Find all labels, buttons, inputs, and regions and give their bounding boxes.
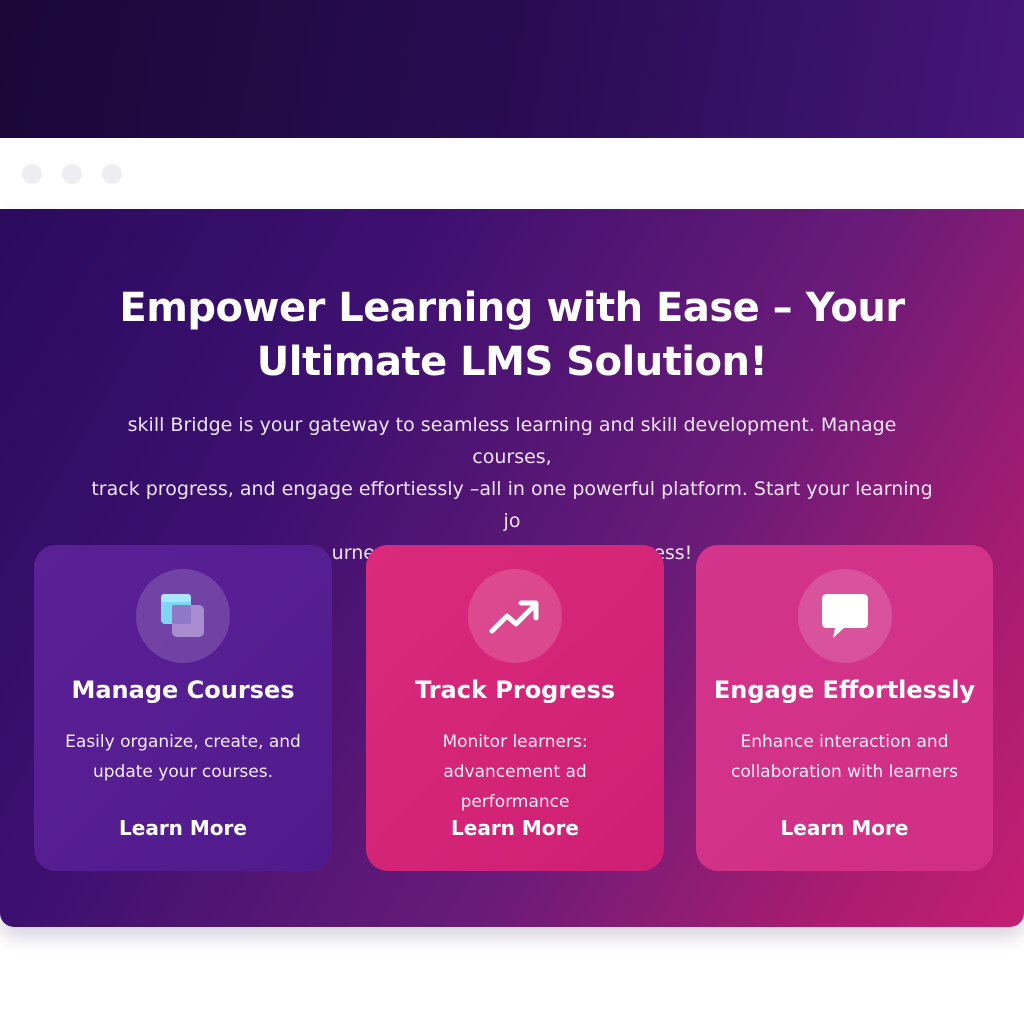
card-title: Engage Effortlessly bbox=[713, 676, 976, 704]
trending-up-icon bbox=[489, 600, 539, 634]
top-background-band bbox=[0, 0, 1024, 140]
card-title: Manage Courses bbox=[71, 676, 295, 704]
card-title: Track Progress bbox=[414, 676, 616, 704]
learn-more-link[interactable]: Learn More bbox=[696, 813, 993, 843]
card-description-line-1: Easily organize, create, and bbox=[65, 732, 301, 752]
learn-more-link[interactable]: Learn More bbox=[34, 813, 332, 843]
feature-card-manage-courses: Manage Courses Easily organize, create, … bbox=[34, 545, 332, 871]
hero-section: Empower Learning with Ease – Your Ultima… bbox=[0, 209, 1024, 927]
hero-description-line-2: track progress, and engage effortiessly … bbox=[91, 478, 933, 532]
hero-description-line-1: skill Bridge is your gateway to seamless… bbox=[127, 414, 897, 468]
window-control-dot[interactable] bbox=[62, 164, 82, 184]
hero-title-line-1: Empower Learning with Ease – Your bbox=[119, 285, 905, 331]
hero-title: Empower Learning with Ease – Your Ultima… bbox=[60, 281, 964, 389]
card-description: Monitor learners: advancement ad perform… bbox=[390, 727, 640, 817]
window-control-dot[interactable] bbox=[22, 164, 42, 184]
learn-more-link[interactable]: Learn More bbox=[366, 813, 664, 843]
card-description: Enhance interaction and collaboration wi… bbox=[720, 727, 969, 787]
card-description-line-1: Monitor learners: bbox=[442, 732, 588, 752]
icon-circle bbox=[136, 569, 230, 663]
chat-bubble-icon bbox=[821, 594, 868, 638]
course-windows-icon bbox=[161, 594, 204, 637]
card-description: Easily organize, create, and update your… bbox=[58, 727, 308, 787]
feature-card-track-progress: Track Progress Monitor learners: advance… bbox=[366, 545, 664, 871]
icon-circle bbox=[468, 569, 562, 663]
window-control-dot[interactable] bbox=[102, 164, 122, 184]
feature-card-engage-effortlessly: Engage Effortlessly Enhance interaction … bbox=[696, 545, 993, 871]
hero-title-line-2: Ultimate LMS Solution! bbox=[256, 339, 768, 385]
card-description-line-2: collaboration with learners bbox=[730, 762, 959, 782]
icon-circle bbox=[797, 569, 892, 663]
card-description-line-2: advancement ad performance bbox=[443, 762, 587, 812]
card-description-line-1: Enhance interaction and bbox=[740, 732, 949, 752]
browser-window-bar bbox=[0, 138, 1024, 210]
card-description-line-2: update your courses. bbox=[92, 762, 274, 782]
